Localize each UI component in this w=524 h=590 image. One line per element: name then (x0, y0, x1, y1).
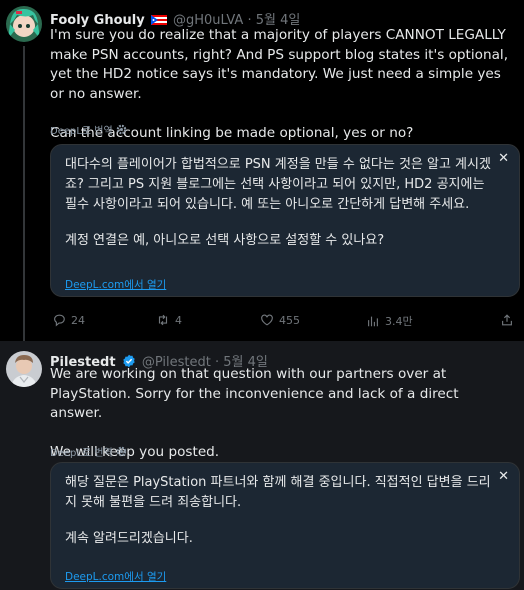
translate-button[interactable]: DeepL로 번역 (50, 122, 127, 137)
translate-label: DeepL로 번역 (50, 126, 113, 137)
open-in-deepl-link[interactable]: DeepL.com에서 열기 (65, 277, 166, 292)
tweet-pilestedt[interactable]: Pilestedt @Pilestedt · 5월 4일 We are work… (0, 341, 524, 590)
like-icon (261, 314, 273, 326)
views-count: 3.4만 (385, 315, 413, 328)
avatar[interactable] (6, 351, 42, 387)
reply-icon (54, 314, 65, 327)
translation-text: 대다수의 플레이어가 합법적으로 PSN 계정을 만들 수 없다는 것은 알고 … (65, 155, 493, 251)
retweet-icon (158, 314, 168, 326)
reply-button[interactable]: 24 (52, 313, 85, 327)
translation-panel: ✕ 해당 질문은 PlayStation 파트너와 함께 해결 중입니다. 직접… (50, 462, 520, 589)
translation-paragraph: 계속 알려드리겠습니다. (65, 531, 193, 546)
views-button[interactable]: 3.4만 (366, 313, 413, 329)
translate-button[interactable]: DeepL로 번역 (50, 444, 127, 459)
retweet-button[interactable]: 4 (156, 313, 182, 327)
translation-panel: ✕ 대다수의 플레이어가 합법적으로 PSN 계정을 만들 수 없다는 것은 알… (50, 144, 520, 297)
translate-label: DeepL로 번역 (50, 448, 113, 459)
close-icon[interactable]: ✕ (498, 469, 509, 484)
retweet-count: 4 (175, 313, 182, 327)
share-button[interactable] (500, 313, 514, 327)
views-icon (368, 316, 378, 327)
reply-count: 24 (71, 313, 85, 327)
puerto-rico-flag-icon (150, 15, 167, 25)
close-icon[interactable]: ✕ (498, 151, 509, 166)
open-in-deepl-link[interactable]: DeepL.com에서 열기 (65, 569, 166, 584)
tweet-text-paragraph: I'm sure you do realize that a majority … (50, 27, 509, 102)
avatar[interactable] (6, 6, 42, 42)
tweet-text-paragraph: We are working on that question with our… (50, 366, 459, 421)
gear-icon (116, 446, 126, 457)
translation-paragraph: 대다수의 플레이어가 합법적으로 PSN 계정을 만들 수 없다는 것은 알고 … (65, 157, 491, 212)
translation-text: 해당 질문은 PlayStation 파트너와 함께 해결 중입니다. 직접적인… (65, 473, 493, 549)
translation-paragraph: 계정 연결은 예, 아니오로 선택 사항으로 설정할 수 있나요? (65, 233, 385, 248)
like-button[interactable]: 455 (260, 313, 300, 327)
like-count: 455 (279, 313, 300, 327)
thread-connector-line (23, 46, 25, 341)
gear-icon (116, 124, 126, 135)
share-icon (502, 314, 512, 326)
translation-paragraph: 해당 질문은 PlayStation 파트너와 함께 해결 중입니다. 직접적인… (65, 475, 491, 510)
tweet-actions: 24 4 455 3.4만 (50, 313, 520, 329)
tweet-fooly-ghouly[interactable]: Fooly Ghouly @gH0uLVA · 5월 4일 I'm sure y… (0, 0, 524, 341)
